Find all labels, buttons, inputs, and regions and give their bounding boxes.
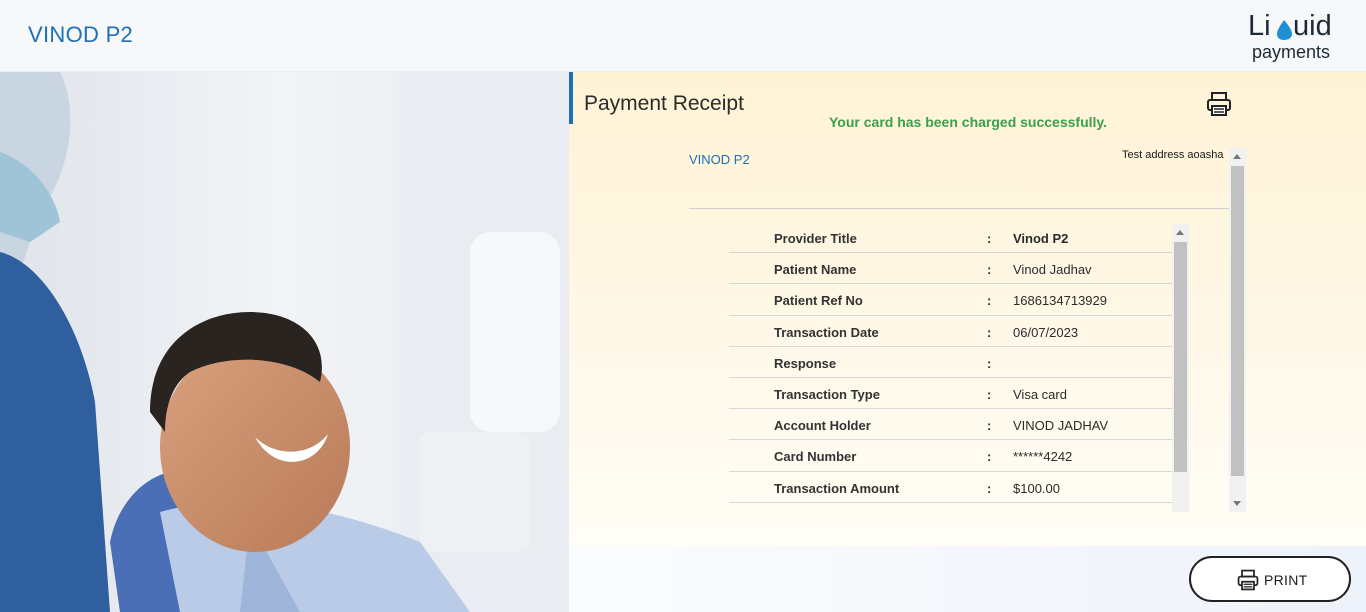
dentist-patient-photo (0, 72, 569, 612)
detail-separator: : (987, 480, 992, 496)
detail-row-transaction-amount: Transaction Amount : $100.00 (729, 472, 1172, 503)
detail-row-transaction-date: Transaction Date : 06/07/2023 (729, 316, 1172, 347)
detail-separator: : (987, 324, 992, 340)
printer-icon (1236, 568, 1260, 592)
detail-separator: : (987, 262, 992, 278)
detail-row-card-number: Card Number : ******4242 (729, 440, 1172, 472)
detail-label: Card Number (774, 449, 857, 465)
detail-row-patient-ref-no: Patient Ref No : 1686134713929 (729, 284, 1172, 316)
detail-value: ******4242 (1013, 449, 1073, 465)
clinic-address: Test address aoasha (1122, 149, 1224, 161)
printer-icon[interactable] (1205, 90, 1233, 118)
detail-label: Patient Name (774, 262, 857, 278)
top-header: VINOD P2 Li uid payments (0, 0, 1366, 72)
detail-separator: : (987, 449, 992, 465)
success-message: Your card has been charged successfully. (829, 114, 1108, 130)
detail-value: 06/07/2023 (1013, 324, 1079, 340)
clinic-name: VINOD P2 (689, 152, 750, 167)
detail-value: 1686134713929 (1013, 293, 1107, 309)
detail-row-provider-title: Provider Title : Vinod P2 (729, 222, 1172, 254)
receipt-footer: PRINT (569, 546, 1366, 612)
detail-row-response: Response : (729, 347, 1172, 378)
receipt-scrollbar[interactable] (1229, 148, 1246, 512)
detail-label: Provider Title (774, 231, 857, 246)
detail-value: $100.00 (1013, 480, 1060, 496)
scrollbar-thumb[interactable] (1174, 242, 1187, 472)
header-divider (689, 208, 1229, 209)
svg-text:Li: Li (1248, 10, 1271, 42)
chevron-up-icon[interactable] (1176, 230, 1184, 235)
provider-name: VINOD P2 (28, 22, 134, 47)
detail-separator: : (987, 386, 992, 402)
detail-value: Visa card (1013, 386, 1067, 402)
scrollbar-thumb[interactable] (1231, 166, 1244, 476)
detail-separator: : (987, 355, 992, 371)
receipt-details-table: Provider Title : Vinod P2 Patient Name :… (729, 222, 1172, 503)
detail-value: Vinod Jadhav (1013, 262, 1092, 278)
detail-label: Response (774, 355, 837, 371)
details-scrollbar[interactable] (1172, 224, 1189, 512)
detail-label: Transaction Amount (774, 480, 900, 496)
detail-label: Patient Ref No (774, 293, 863, 309)
svg-text:payments: payments (1252, 42, 1330, 62)
receipt-panel: Payment Receipt Your card has been charg… (569, 72, 1366, 546)
detail-label: Account Holder (774, 418, 871, 434)
detail-row-patient-name: Patient Name : Vinod Jadhav (729, 253, 1172, 285)
chevron-down-icon[interactable] (1233, 501, 1241, 506)
detail-separator: : (987, 293, 992, 309)
detail-separator: : (987, 231, 992, 246)
detail-row-transaction-type: Transaction Type : Visa card (729, 378, 1172, 410)
detail-value: Vinod P2 (1013, 231, 1069, 246)
print-button-label: PRINT (1264, 572, 1308, 588)
liquid-payments-logo: Li uid payments (1244, 8, 1344, 64)
chevron-up-icon[interactable] (1233, 154, 1241, 159)
title-accent-bar (569, 72, 573, 124)
detail-label: Transaction Type (774, 386, 880, 402)
receipt-title: Payment Receipt (584, 92, 744, 115)
detail-separator: : (987, 418, 992, 434)
detail-label: Transaction Date (774, 324, 879, 340)
detail-value: VINOD JADHAV (1013, 418, 1109, 434)
svg-text:uid: uid (1293, 10, 1332, 42)
detail-row-account-holder: Account Holder : VINOD JADHAV (729, 409, 1172, 441)
print-button[interactable]: PRINT (1189, 556, 1351, 602)
